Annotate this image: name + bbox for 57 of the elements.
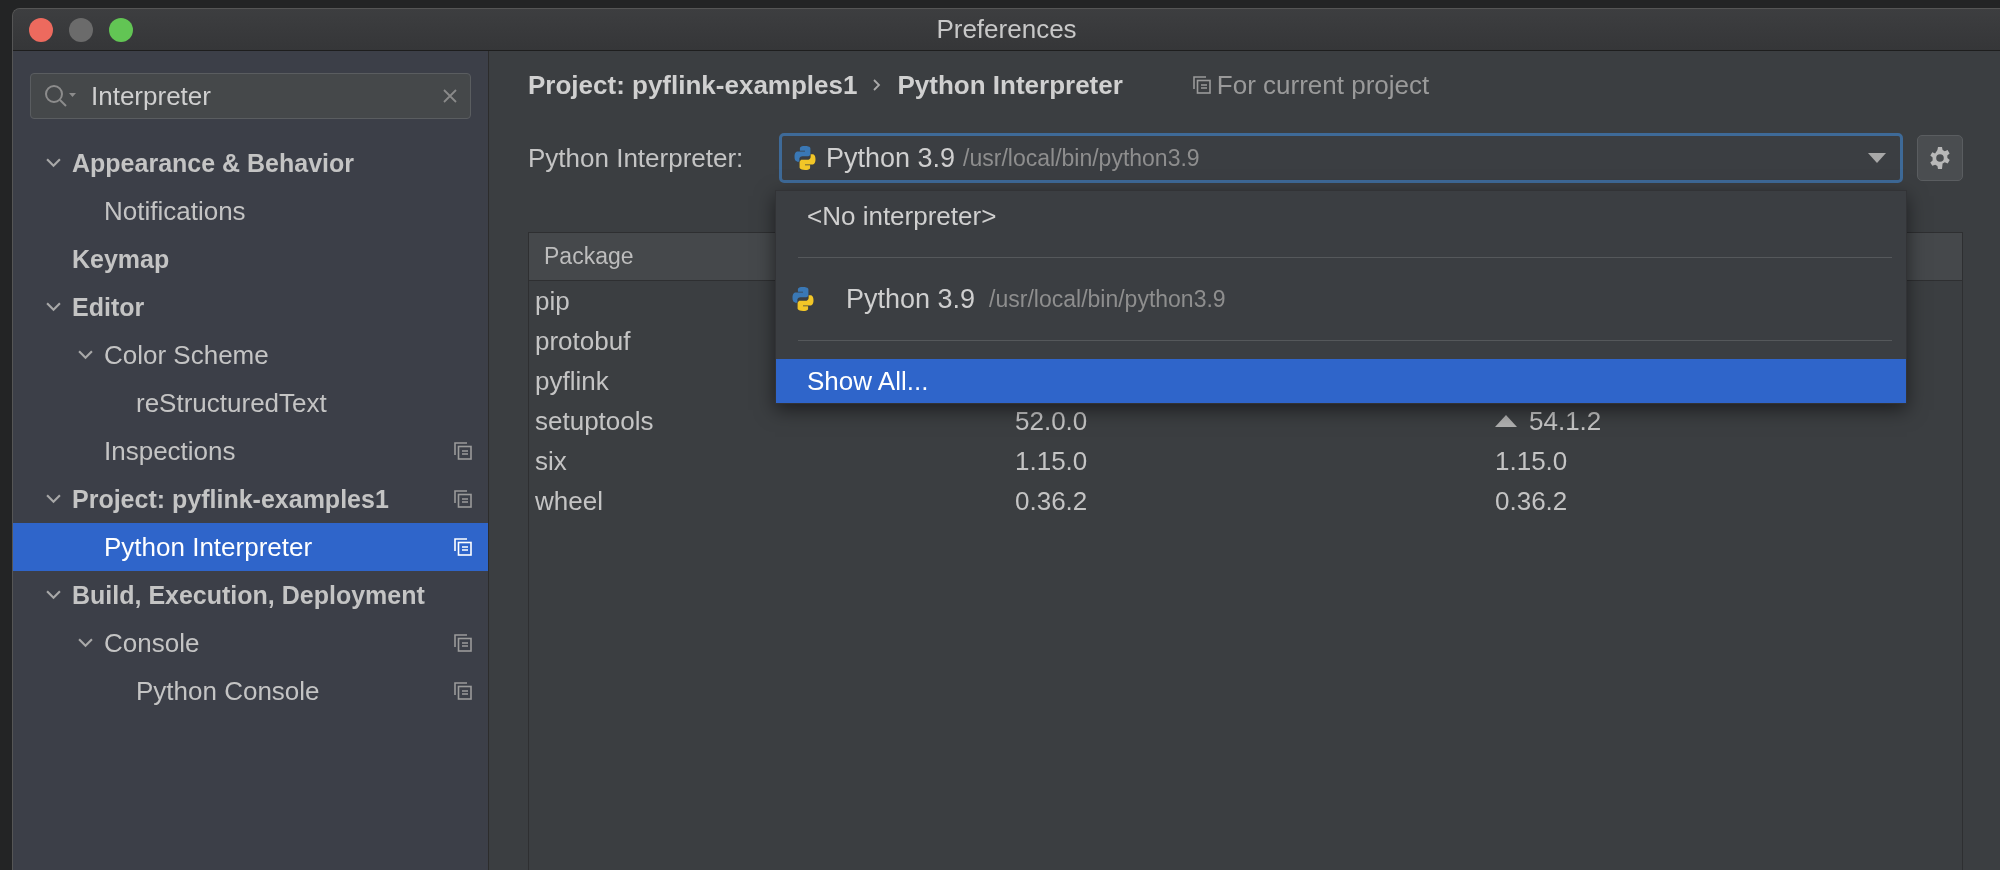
table-cell: pyflink xyxy=(535,365,609,397)
column-header[interactable]: Package xyxy=(544,243,634,270)
project-level-icon xyxy=(454,634,472,652)
table-cell: 0.36.2 xyxy=(1015,485,1088,517)
table-cell: 54.1.2 xyxy=(1529,405,1602,437)
tree-item[interactable]: Console xyxy=(13,619,488,667)
dropdown-arrow-icon xyxy=(1868,153,1886,163)
tree-item[interactable]: Inspections xyxy=(13,427,488,475)
search-field[interactable]: Interpreter xyxy=(30,73,471,119)
table-cell: wheel xyxy=(535,485,603,517)
tree-item[interactable]: Project: pyflink-examples1 xyxy=(13,475,488,523)
search-icon xyxy=(43,83,79,109)
python-logo-icon xyxy=(790,286,816,312)
chevron-down-icon[interactable] xyxy=(46,302,61,312)
tree-item[interactable]: Editor xyxy=(13,283,488,331)
tree-item[interactable]: Python Interpreter xyxy=(13,523,488,571)
breadcrumb-item: Python Interpreter xyxy=(897,69,1123,101)
scope-note: For current project xyxy=(1216,69,1430,101)
table-cell: 1.15.0 xyxy=(1495,445,1568,477)
chevron-down-icon[interactable] xyxy=(46,158,61,168)
clear-icon[interactable] xyxy=(442,88,458,104)
table-cell: six xyxy=(535,445,567,477)
tree-item[interactable]: reStructuredText xyxy=(13,379,488,427)
tree-item[interactable]: Appearance & Behavior xyxy=(13,139,488,187)
project-level-icon xyxy=(1192,76,1211,94)
table-cell: 1.15.0 xyxy=(1015,445,1088,477)
interpreter-dropdown[interactable]: Python 3.9 /usr/local/bin/python3.9 xyxy=(779,133,1903,183)
table-cell: pip xyxy=(535,285,570,317)
project-level-icon xyxy=(454,682,472,700)
python-logo-icon xyxy=(792,145,818,171)
dropdown-option[interactable]: <No interpreter> xyxy=(776,193,1906,239)
zoom-button[interactable] xyxy=(109,17,133,42)
settings-icon xyxy=(1928,146,1952,170)
table-cell: protobuf xyxy=(535,325,631,357)
breadcrumb-item: Project: pyflink-examples1 xyxy=(528,69,858,101)
settings-button[interactable] xyxy=(1917,135,1963,181)
chevron-down-icon[interactable] xyxy=(78,350,93,360)
table-cell: 52.0.0 xyxy=(1015,405,1088,437)
project-level-icon xyxy=(454,538,472,556)
interpreter-label: Python Interpreter: xyxy=(528,142,745,174)
chevron-right-icon xyxy=(873,79,882,91)
dropdown-option[interactable]: Show All... xyxy=(776,359,1906,403)
interpreter-option[interactable]: Python 3.9 /usr/local/bin/python3.9 xyxy=(776,276,1906,322)
tree-item[interactable]: Python Console xyxy=(13,667,488,715)
close-button[interactable] xyxy=(29,17,53,42)
tree-item[interactable]: Color Scheme xyxy=(13,331,488,379)
tree-item[interactable]: Build, Execution, Deployment xyxy=(13,571,488,619)
table-cell: setuptools xyxy=(535,405,654,437)
chevron-down-icon[interactable] xyxy=(78,638,93,648)
chevron-down-icon[interactable] xyxy=(46,494,61,504)
chevron-down-icon[interactable] xyxy=(46,590,61,600)
table-cell: 0.36.2 xyxy=(1495,485,1568,517)
tree-item[interactable]: Keymap xyxy=(13,235,488,283)
tree-item[interactable]: Notifications xyxy=(13,187,488,235)
window-title: Preferences xyxy=(936,14,1077,44)
project-level-icon xyxy=(454,490,472,508)
project-level-icon xyxy=(454,442,472,460)
